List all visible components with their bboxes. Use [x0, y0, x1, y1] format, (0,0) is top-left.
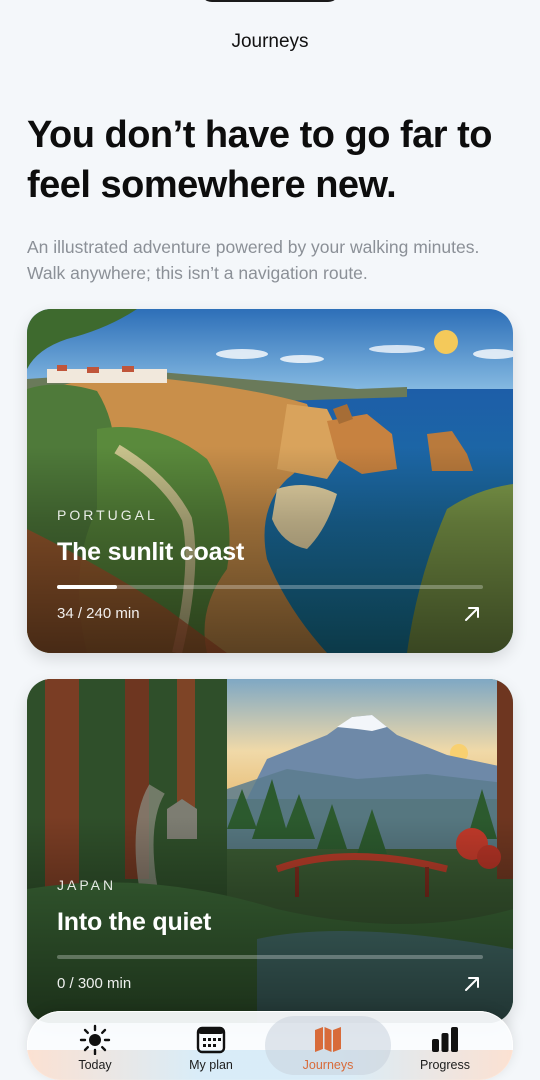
tab-label: Progress — [419, 1058, 471, 1072]
journey-card-portugal[interactable]: PORTUGAL The sunlit coast 34 / 240 min — [27, 309, 513, 653]
bottom-tab-bar: Today My plan Journeys Progress — [27, 1011, 513, 1080]
journey-title: The sunlit coast — [57, 538, 245, 566]
card-gradient-overlay — [27, 679, 513, 1023]
tab-label: My plan — [189, 1058, 233, 1072]
journey-country: PORTUGAL — [57, 507, 158, 523]
calendar-icon — [196, 1026, 226, 1054]
journey-card-japan[interactable]: JAPAN Into the quiet 0 / 300 min — [27, 679, 513, 1023]
card-gradient-overlay — [27, 309, 513, 653]
journey-country: JAPAN — [57, 877, 117, 893]
journey-progress-bar — [57, 955, 483, 959]
tab-progress[interactable]: Progress — [385, 1011, 505, 1080]
sun-icon — [79, 1024, 111, 1055]
journey-progress-fill — [57, 585, 118, 589]
map-icon — [315, 1027, 341, 1052]
journey-progress-bar — [57, 585, 483, 589]
arrow-up-right-icon[interactable] — [461, 603, 483, 625]
hero-subtitle: An illustrated adventure powered by your… — [27, 237, 480, 283]
journey-minutes: 34 / 240 min — [57, 605, 140, 622]
bar-chart-icon — [432, 1027, 458, 1052]
status-notch — [200, 0, 340, 2]
tab-label: Today — [78, 1058, 112, 1072]
tab-today[interactable]: Today — [35, 1011, 155, 1080]
arrow-up-right-icon[interactable] — [461, 973, 483, 995]
tab-my-plan[interactable]: My plan — [151, 1011, 271, 1080]
hero-headline: You don’t have to go far to feel somewhe… — [27, 114, 493, 206]
tab-journeys[interactable]: Journeys — [265, 1011, 391, 1080]
page-title: Journeys — [231, 31, 309, 52]
journey-title: Into the quiet — [57, 908, 212, 936]
tab-label: Journeys — [302, 1058, 354, 1072]
journey-minutes: 0 / 300 min — [57, 975, 132, 992]
journeys-screen: Journeys You don’t have to go far to fee… — [0, 0, 540, 1080]
